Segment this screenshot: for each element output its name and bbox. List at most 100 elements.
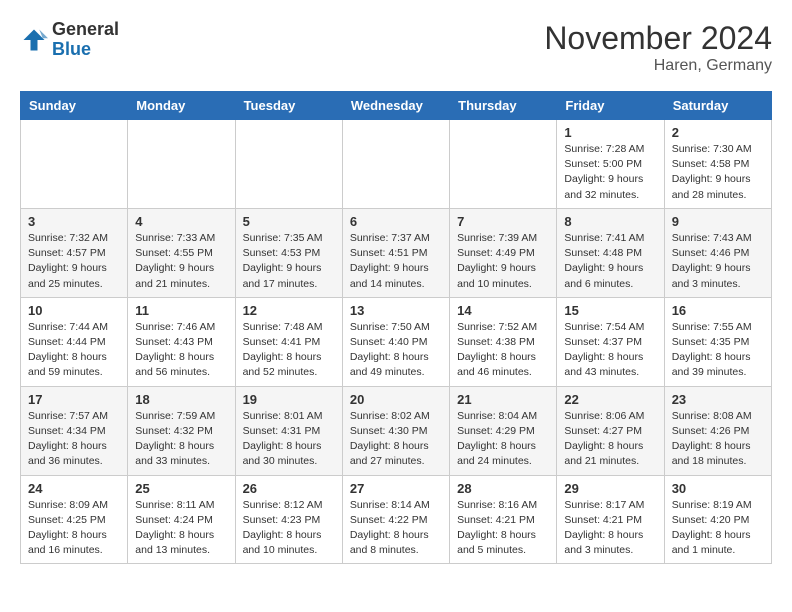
- table-cell: 1 Sunrise: 7:28 AMSunset: 5:00 PMDaylight…: [557, 120, 664, 209]
- day-info: Sunrise: 7:54 AMSunset: 4:37 PMDaylight:…: [564, 320, 656, 381]
- table-cell: 16Sunrise: 7:55 AMSunset: 4:35 PMDayligh…: [664, 297, 771, 386]
- day-number: 12: [243, 303, 335, 318]
- col-sunday: Sunday: [21, 92, 128, 120]
- table-cell: 4 Sunrise: 7:33 AMSunset: 4:55 PMDaylight…: [128, 208, 235, 297]
- table-cell: 30 Sunrise: 8:19 AMSunset: 4:20 PMDayligh…: [664, 475, 771, 564]
- day-info: Sunrise: 7:32 AMSunset: 4:57 PMDaylight:…: [28, 231, 120, 292]
- day-info: Sunrise: 7:48 AMSunset: 4:41 PMDaylight:…: [243, 320, 335, 381]
- table-cell: 23 Sunrise: 8:08 AMSunset: 4:26 PMDayligh…: [664, 386, 771, 475]
- day-number: 5: [243, 214, 335, 229]
- table-cell: 22 Sunrise: 8:06 AMSunset: 4:27 PMDayligh…: [557, 386, 664, 475]
- week-row-5: 24 Sunrise: 8:09 AMSunset: 4:25 PMDayligh…: [21, 475, 772, 564]
- day-number: 2: [672, 125, 764, 140]
- day-number: 22: [564, 392, 656, 407]
- table-cell: 25 Sunrise: 8:11 AMSunset: 4:24 PMDayligh…: [128, 475, 235, 564]
- day-info: Sunrise: 7:55 AMSunset: 4:35 PMDaylight:…: [672, 320, 764, 381]
- table-cell: 19 Sunrise: 8:01 AMSunset: 4:31 PMDayligh…: [235, 386, 342, 475]
- table-cell: [235, 120, 342, 209]
- day-number: 1: [564, 125, 656, 140]
- day-info: Sunrise: 7:33 AMSunset: 4:55 PMDaylight:…: [135, 231, 227, 292]
- table-cell: [342, 120, 449, 209]
- day-info: Sunrise: 8:06 AMSunset: 4:27 PMDaylight:…: [564, 409, 656, 470]
- day-info: Sunrise: 8:11 AMSunset: 4:24 PMDaylight:…: [135, 498, 227, 559]
- day-number: 25: [135, 481, 227, 496]
- table-cell: 6 Sunrise: 7:37 AMSunset: 4:51 PMDaylight…: [342, 208, 449, 297]
- day-info: Sunrise: 7:41 AMSunset: 4:48 PMDaylight:…: [564, 231, 656, 292]
- col-friday: Friday: [557, 92, 664, 120]
- table-cell: 21 Sunrise: 8:04 AMSunset: 4:29 PMDayligh…: [450, 386, 557, 475]
- day-number: 20: [350, 392, 442, 407]
- table-cell: 24 Sunrise: 8:09 AMSunset: 4:25 PMDayligh…: [21, 475, 128, 564]
- table-cell: 13Sunrise: 7:50 AMSunset: 4:40 PMDayligh…: [342, 297, 449, 386]
- day-number: 29: [564, 481, 656, 496]
- day-number: 11: [135, 303, 227, 318]
- logo-text: General Blue: [52, 20, 119, 60]
- day-info: Sunrise: 8:12 AMSunset: 4:23 PMDaylight:…: [243, 498, 335, 559]
- week-row-2: 3 Sunrise: 7:32 AMSunset: 4:57 PMDaylight…: [21, 208, 772, 297]
- day-number: 27: [350, 481, 442, 496]
- day-number: 7: [457, 214, 549, 229]
- day-number: 14: [457, 303, 549, 318]
- day-info: Sunrise: 7:35 AMSunset: 4:53 PMDaylight:…: [243, 231, 335, 292]
- calendar-table: Sunday Monday Tuesday Wednesday Thursday…: [20, 91, 772, 564]
- day-info: Sunrise: 8:17 AMSunset: 4:21 PMDaylight:…: [564, 498, 656, 559]
- day-number: 17: [28, 392, 120, 407]
- day-info: Sunrise: 7:52 AMSunset: 4:38 PMDaylight:…: [457, 320, 549, 381]
- day-info: Sunrise: 8:09 AMSunset: 4:25 PMDaylight:…: [28, 498, 120, 559]
- day-number: 28: [457, 481, 549, 496]
- col-wednesday: Wednesday: [342, 92, 449, 120]
- day-info: Sunrise: 8:01 AMSunset: 4:31 PMDaylight:…: [243, 409, 335, 470]
- day-info: Sunrise: 8:16 AMSunset: 4:21 PMDaylight:…: [457, 498, 549, 559]
- day-info: Sunrise: 7:44 AMSunset: 4:44 PMDaylight:…: [28, 320, 120, 381]
- day-number: 21: [457, 392, 549, 407]
- header-row: Sunday Monday Tuesday Wednesday Thursday…: [21, 92, 772, 120]
- day-info: Sunrise: 7:28 AMSunset: 5:00 PMDaylight:…: [564, 142, 656, 203]
- day-number: 26: [243, 481, 335, 496]
- day-info: Sunrise: 8:19 AMSunset: 4:20 PMDaylight:…: [672, 498, 764, 559]
- table-cell: [450, 120, 557, 209]
- day-info: Sunrise: 8:08 AMSunset: 4:26 PMDaylight:…: [672, 409, 764, 470]
- table-cell: 29 Sunrise: 8:17 AMSunset: 4:21 PMDayligh…: [557, 475, 664, 564]
- day-info: Sunrise: 7:30 AMSunset: 4:58 PMDaylight:…: [672, 142, 764, 203]
- day-info: Sunrise: 7:39 AMSunset: 4:49 PMDaylight:…: [457, 231, 549, 292]
- day-number: 24: [28, 481, 120, 496]
- table-cell: 27Sunrise: 8:14 AMSunset: 4:22 PMDayligh…: [342, 475, 449, 564]
- logo-icon: [20, 26, 48, 54]
- table-cell: 28 Sunrise: 8:16 AMSunset: 4:21 PMDayligh…: [450, 475, 557, 564]
- col-monday: Monday: [128, 92, 235, 120]
- day-number: 4: [135, 214, 227, 229]
- table-cell: 11 Sunrise: 7:46 AMSunset: 4:43 PMDayligh…: [128, 297, 235, 386]
- table-cell: 17 Sunrise: 7:57 AMSunset: 4:34 PMDayligh…: [21, 386, 128, 475]
- day-number: 19: [243, 392, 335, 407]
- day-info: Sunrise: 7:46 AMSunset: 4:43 PMDaylight:…: [135, 320, 227, 381]
- day-info: Sunrise: 7:57 AMSunset: 4:34 PMDaylight:…: [28, 409, 120, 470]
- table-cell: 10Sunrise: 7:44 AMSunset: 4:44 PMDayligh…: [21, 297, 128, 386]
- day-number: 13: [350, 303, 442, 318]
- week-row-4: 17 Sunrise: 7:57 AMSunset: 4:34 PMDayligh…: [21, 386, 772, 475]
- day-info: Sunrise: 7:37 AMSunset: 4:51 PMDaylight:…: [350, 231, 442, 292]
- day-number: 30: [672, 481, 764, 496]
- title-block: November 2024 Haren, Germany: [544, 20, 772, 75]
- table-cell: 14 Sunrise: 7:52 AMSunset: 4:38 PMDayligh…: [450, 297, 557, 386]
- col-saturday: Saturday: [664, 92, 771, 120]
- table-cell: 12 Sunrise: 7:48 AMSunset: 4:41 PMDayligh…: [235, 297, 342, 386]
- day-number: 9: [672, 214, 764, 229]
- week-row-3: 10Sunrise: 7:44 AMSunset: 4:44 PMDayligh…: [21, 297, 772, 386]
- day-info: Sunrise: 8:02 AMSunset: 4:30 PMDaylight:…: [350, 409, 442, 470]
- day-number: 15: [564, 303, 656, 318]
- table-cell: 7 Sunrise: 7:39 AMSunset: 4:49 PMDaylight…: [450, 208, 557, 297]
- table-cell: 20 Sunrise: 8:02 AMSunset: 4:30 PMDayligh…: [342, 386, 449, 475]
- day-number: 18: [135, 392, 227, 407]
- day-info: Sunrise: 7:59 AMSunset: 4:32 PMDaylight:…: [135, 409, 227, 470]
- day-info: Sunrise: 8:04 AMSunset: 4:29 PMDaylight:…: [457, 409, 549, 470]
- table-cell: 8Sunrise: 7:41 AMSunset: 4:48 PMDaylight…: [557, 208, 664, 297]
- table-cell: [21, 120, 128, 209]
- day-number: 6: [350, 214, 442, 229]
- day-number: 23: [672, 392, 764, 407]
- table-cell: 3 Sunrise: 7:32 AMSunset: 4:57 PMDaylight…: [21, 208, 128, 297]
- table-cell: 9Sunrise: 7:43 AMSunset: 4:46 PMDaylight…: [664, 208, 771, 297]
- col-tuesday: Tuesday: [235, 92, 342, 120]
- table-cell: 5 Sunrise: 7:35 AMSunset: 4:53 PMDaylight…: [235, 208, 342, 297]
- page-header: General Blue November 2024 Haren, German…: [20, 20, 772, 75]
- day-number: 3: [28, 214, 120, 229]
